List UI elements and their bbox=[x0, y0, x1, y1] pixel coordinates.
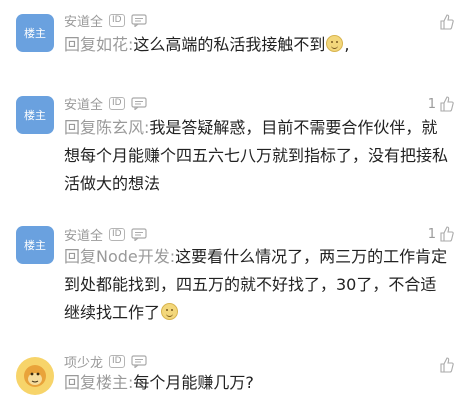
reply-target-link[interactable]: 回复楼主: bbox=[64, 373, 133, 392]
thumbs-up-icon[interactable] bbox=[440, 357, 454, 373]
username[interactable]: 安道全 bbox=[64, 94, 103, 113]
avatar[interactable]: 楼主 bbox=[16, 14, 54, 52]
avatar[interactable]: 楼主 bbox=[16, 96, 54, 134]
comment-text-tail: , bbox=[344, 35, 350, 54]
avatar[interactable]: 楼主 bbox=[16, 226, 54, 264]
message-icon[interactable] bbox=[131, 227, 147, 241]
thumbs-up-icon[interactable] bbox=[440, 226, 454, 242]
reply-target-link[interactable]: 回复如花: bbox=[64, 35, 133, 54]
reply-target-link[interactable]: 回复Node开发: bbox=[64, 247, 175, 266]
message-icon[interactable] bbox=[131, 13, 147, 27]
comment-text: 这么高端的私活我接触不到 bbox=[133, 35, 326, 54]
message-icon[interactable] bbox=[131, 354, 147, 368]
thumbs-up-icon[interactable] bbox=[440, 14, 454, 30]
username[interactable]: 安道全 bbox=[64, 225, 103, 244]
id-badge: ID bbox=[109, 227, 125, 241]
avatar-label: 楼主 bbox=[24, 27, 46, 40]
thumbs-up-icon[interactable] bbox=[440, 96, 454, 112]
id-badge: ID bbox=[109, 13, 125, 27]
username[interactable]: 项少龙 bbox=[64, 352, 103, 371]
id-badge: ID bbox=[109, 354, 125, 368]
message-icon[interactable] bbox=[131, 96, 147, 110]
like-count: 1 bbox=[427, 96, 436, 112]
smile-emoji-icon bbox=[326, 35, 344, 52]
username[interactable]: 安道全 bbox=[64, 11, 103, 30]
reply-target-link[interactable]: 回复陈玄风: bbox=[64, 118, 149, 137]
avatar[interactable] bbox=[16, 357, 54, 395]
monkey-avatar-icon bbox=[24, 365, 46, 387]
smile-emoji-icon bbox=[161, 303, 179, 320]
comment-item: 楼主 安道全 ID 回复如花:这么高端的私活我接触不到, bbox=[0, 0, 468, 80]
like-count: 1 bbox=[427, 226, 436, 242]
avatar-label: 楼主 bbox=[24, 109, 46, 122]
comment-text: 每个月能赚几万? bbox=[133, 373, 254, 392]
avatar-label: 楼主 bbox=[24, 239, 46, 252]
id-badge: ID bbox=[109, 96, 125, 110]
